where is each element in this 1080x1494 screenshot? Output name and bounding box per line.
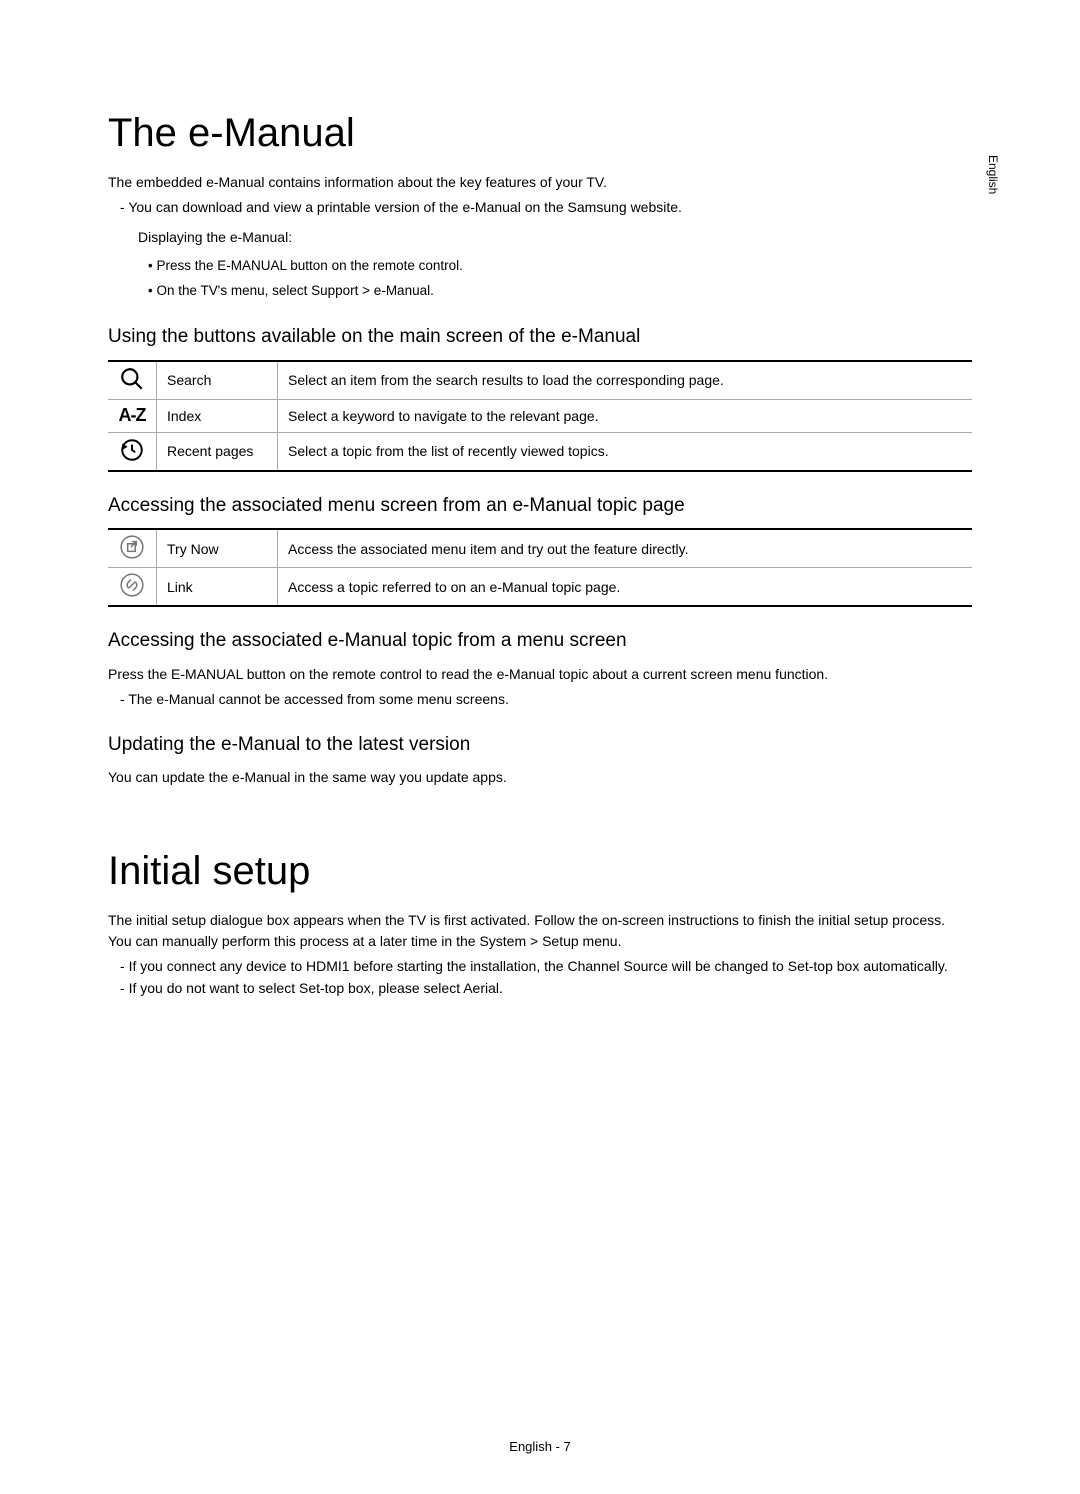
table-row: Search Select an item from the search re… xyxy=(108,361,972,400)
heading-buttons-main-screen: Using the buttons available on the main … xyxy=(108,325,972,350)
cell-recent-desc: Select a topic from the list of recently… xyxy=(278,432,973,471)
text-fragment: . xyxy=(430,283,434,298)
option-aerial: Aerial xyxy=(463,980,499,996)
displaying-label: Displaying the e-Manual: xyxy=(108,227,972,249)
table-row: A-Z Index Select a keyword to navigate t… xyxy=(108,399,972,432)
dash-item-aerial: If you do not want to select Set-top box… xyxy=(120,978,972,1000)
cell-index-name: Index xyxy=(157,399,278,432)
try-now-icon xyxy=(108,529,157,568)
text-fragment: button on the remote control to read the… xyxy=(243,666,828,682)
heading-updating-emanual: Updating the e-Manual to the latest vers… xyxy=(108,733,972,758)
cell-trynow-desc: Access the associated menu item and try … xyxy=(278,529,973,568)
table-row: Link Access a topic referred to on an e-… xyxy=(108,568,972,607)
text-fragment: If you do not want to select Set-top box… xyxy=(129,980,464,996)
press-emanual-paragraph: Press the E-MANUAL button on the remote … xyxy=(108,664,972,685)
text-fragment: On the TV's menu, select xyxy=(156,283,311,298)
cell-recent-name: Recent pages xyxy=(157,432,278,471)
dash-list-1: You can download and view a printable ve… xyxy=(108,197,972,219)
heading-accessing-topic-from-menu: Accessing the associated e-Manual topic … xyxy=(108,629,972,654)
dash-item-hdmi1: If you connect any device to HDMI1 befor… xyxy=(120,956,972,978)
bullet-menu-path: On the TV's menu, select Support > e-Man… xyxy=(148,279,972,303)
page-content: The e-Manual The embedded e-Manual conta… xyxy=(0,0,1080,1048)
menu-path-system-setup: System > Setup xyxy=(479,933,578,949)
bullet-press-emanual: Press the E-MANUAL button on the remote … xyxy=(148,254,972,278)
text-fragment: button on the remote control. xyxy=(287,258,463,273)
cell-search-desc: Select an item from the search results t… xyxy=(278,361,973,400)
dash-list-cannot-access: The e-Manual cannot be accessed from som… xyxy=(108,689,972,711)
table-row: Try Now Access the associated menu item … xyxy=(108,529,972,568)
table-main-buttons: Search Select an item from the search re… xyxy=(108,360,972,472)
menu-path-support-emanual: Support > e-Manual xyxy=(311,283,430,298)
index-az-icon: A-Z xyxy=(108,399,157,432)
search-icon xyxy=(108,361,157,400)
cell-link-desc: Access a topic referred to on an e-Manua… xyxy=(278,568,973,607)
dash-list-initial-setup: If you connect any device to HDMI1 befor… xyxy=(108,956,972,999)
recent-pages-icon xyxy=(108,432,157,471)
table-row: Recent pages Select a topic from the lis… xyxy=(108,432,972,471)
initial-setup-paragraph: The initial setup dialogue box appears w… xyxy=(108,910,972,952)
cell-index-desc: Select a keyword to navigate to the rele… xyxy=(278,399,973,432)
cell-trynow-name: Try Now xyxy=(157,529,278,568)
text-fragment: Press the xyxy=(108,666,171,682)
dash-item-download: You can download and view a printable ve… xyxy=(120,197,972,219)
heading-accessing-menu-from-topic: Accessing the associated menu screen fro… xyxy=(108,494,972,519)
update-paragraph: You can update the e-Manual in the same … xyxy=(108,767,972,788)
intro-paragraph: The embedded e-Manual contains informati… xyxy=(108,172,972,193)
link-icon xyxy=(108,568,157,607)
cell-search-name: Search xyxy=(157,361,278,400)
language-side-label: English xyxy=(986,155,1000,194)
bullet-list-displaying: Press the E-MANUAL button on the remote … xyxy=(108,254,972,303)
page-footer: English - 7 xyxy=(0,1439,1080,1454)
text-fragment: Press the xyxy=(156,258,217,273)
text-fragment: . xyxy=(499,980,503,996)
button-name-emanual: E-MANUAL xyxy=(217,258,286,273)
heading-initial-setup: Initial setup xyxy=(108,848,972,894)
button-name-emanual: E-MANUAL xyxy=(171,666,243,682)
table-topic-actions: Try Now Access the associated menu item … xyxy=(108,528,972,607)
cell-link-name: Link xyxy=(157,568,278,607)
dash-item-cannot-access: The e-Manual cannot be accessed from som… xyxy=(120,689,972,711)
heading-e-manual: The e-Manual xyxy=(108,110,972,156)
text-fragment: menu. xyxy=(579,933,622,949)
